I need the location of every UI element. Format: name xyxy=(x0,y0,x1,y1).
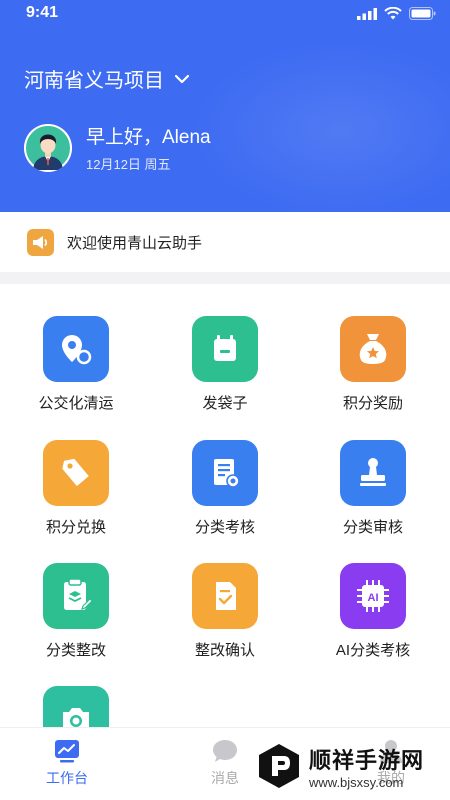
watermark-url: www.bjsxsy.com xyxy=(309,774,404,790)
project-selector[interactable]: 河南省义马项目 xyxy=(24,64,190,93)
chat-bubble-icon xyxy=(213,740,237,762)
status-icons xyxy=(357,7,436,20)
megaphone-icon xyxy=(27,229,54,256)
grid-item-points-reward[interactable]: 积分奖励 xyxy=(308,316,438,426)
grid-label: 积分兑换 xyxy=(45,519,106,536)
money-bag-icon xyxy=(340,316,406,382)
grid-label: 分类整改 xyxy=(45,642,106,659)
grid-item-bus-collection[interactable]: 公交化清运 xyxy=(11,316,141,426)
workbench-chart-icon xyxy=(55,740,79,763)
camera-icon xyxy=(43,686,109,727)
grid-item-rectify-confirm[interactable]: 整改确认 xyxy=(160,563,290,673)
watermark-title: 顺祥手游网 xyxy=(309,747,425,773)
grid-label: 分类审核 xyxy=(342,519,403,536)
battery-icon xyxy=(409,7,436,20)
notice-text: 欢迎使用青山云助手 xyxy=(67,235,203,252)
section-divider xyxy=(0,272,450,284)
grid-label: 发袋子 xyxy=(202,395,248,412)
grid-item-camera[interactable] xyxy=(11,686,141,727)
watermark: 顺祥手游网 www.bjsxsy.com xyxy=(255,737,445,795)
tab-workbench[interactable]: 工作台 xyxy=(12,728,122,800)
grid-label: AI分类考核 xyxy=(335,642,411,659)
greeting: 早上好，Alena xyxy=(86,127,211,148)
grid-label: 公交化清运 xyxy=(38,395,114,412)
grid-item-classification-review[interactable]: 分类审核 xyxy=(308,440,438,550)
tab-label: 工作台 xyxy=(46,770,88,786)
header: 9:41 河南省义马项目 早上好，Alena 12月12日 周五 xyxy=(0,0,450,212)
clipboard-edit-icon xyxy=(43,563,109,629)
user-avatar-icon xyxy=(24,124,72,172)
grid-item-points-exchange[interactable]: 积分兑换 xyxy=(11,440,141,550)
grid-item-classification-assess[interactable]: 分类考核 xyxy=(160,440,290,550)
grid-label: 整改确认 xyxy=(194,642,255,659)
status-time: 9:41 xyxy=(26,4,59,21)
grid-label: 分类考核 xyxy=(194,519,255,536)
location-pin-icon xyxy=(43,316,109,382)
ai-chip-text: AI xyxy=(368,592,379,604)
tag-icon xyxy=(43,440,109,506)
document-check-icon xyxy=(192,563,258,629)
status-bar: 9:41 xyxy=(0,0,450,32)
project-name: 河南省义马项目 xyxy=(24,70,164,92)
current-date: 12月12日 周五 xyxy=(86,157,171,172)
certificate-icon xyxy=(192,440,258,506)
bag-icon xyxy=(192,316,258,382)
wifi-icon xyxy=(384,7,402,20)
avatar[interactable] xyxy=(24,124,72,172)
ai-chip-icon: AI xyxy=(340,563,406,629)
watermark-logo-icon xyxy=(259,744,299,788)
grid-item-bag[interactable]: 发袋子 xyxy=(160,316,290,426)
signal-icon xyxy=(357,7,377,20)
grid-item-ai-assess[interactable]: AI AI分类考核 xyxy=(308,563,438,673)
grid-item-classification-rectify[interactable]: 分类整改 xyxy=(11,563,141,673)
stamp-icon xyxy=(340,440,406,506)
grid-label: 积分奖励 xyxy=(342,395,403,412)
header-glow xyxy=(190,40,450,212)
chevron-down-icon xyxy=(174,74,190,83)
